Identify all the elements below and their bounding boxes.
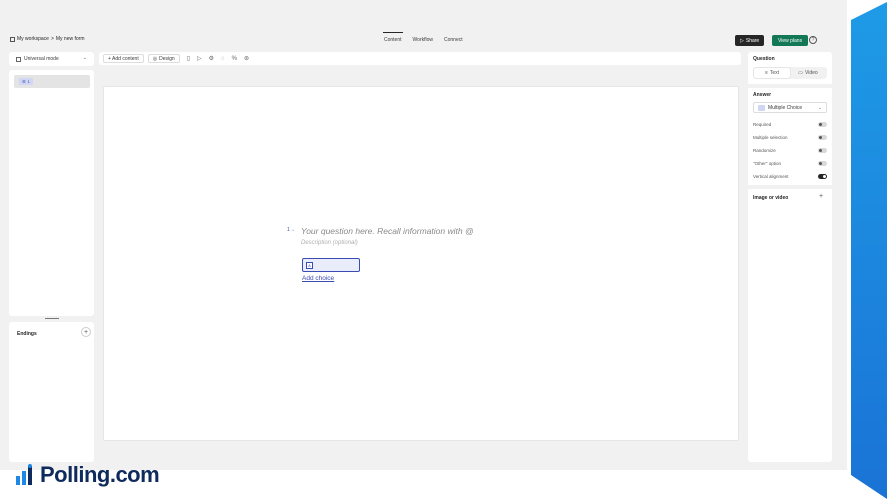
logo-text: Polling.com — [40, 462, 160, 487]
divider — [748, 185, 832, 189]
add-choice-link[interactable]: Add choice — [302, 275, 334, 282]
option-label: "Other" option — [753, 161, 781, 166]
seg-text[interactable]: ≡ Text — [754, 68, 790, 78]
arrow-icon: → — [289, 227, 295, 233]
question-list-item[interactable]: ☰ 1 — [14, 75, 90, 88]
question-badge: ☰ 1 — [19, 78, 33, 85]
settings-icon[interactable]: ⊛ — [244, 55, 249, 62]
mobile-icon[interactable]: ▯ — [187, 55, 190, 62]
option-multiple-selection: Multiple selection — [753, 135, 827, 140]
divider — [748, 84, 832, 88]
tab-content[interactable]: Content — [380, 32, 406, 47]
add-ending-button[interactable]: + — [81, 327, 91, 337]
choice-a[interactable]: A — [302, 258, 360, 272]
tab-connect[interactable]: Connect — [440, 33, 467, 47]
question-type-toggle: ≡ Text ▭ Video — [753, 67, 827, 79]
share-icon: ▷ — [740, 37, 744, 44]
question-settings-title: Question — [753, 56, 775, 62]
question-list-panel: ☰ 1 — [9, 70, 94, 316]
list-icon: ☰ — [22, 79, 26, 84]
question-description-input[interactable]: Description (optional) — [301, 240, 358, 246]
layout-icon — [16, 56, 21, 62]
answer-type-select[interactable]: Multiple Choice ⌄ — [753, 102, 827, 113]
translate-icon[interactable]: % — [232, 56, 237, 62]
question-title-input[interactable]: Your question here. Recall information w… — [301, 226, 474, 236]
tab-workflow[interactable]: Workflow — [409, 33, 437, 47]
add-content-button[interactable]: + Add content — [103, 54, 144, 63]
choice-key: A — [306, 262, 313, 269]
top-bar: My workspace > My new form Content Workf… — [0, 32, 847, 49]
form-canvas: 1→ Your question here. Recall informatio… — [103, 86, 739, 441]
option-required: Required — [753, 122, 827, 127]
decorative-stripe — [851, 2, 887, 499]
view-plans-label: View plans — [778, 37, 803, 44]
mode-label-wrap: Universal mode — [16, 56, 59, 62]
seg-video-label: Video — [805, 70, 818, 76]
question-badge-number: 1 — [27, 79, 30, 84]
mode-selector[interactable]: Universal mode ⌄ — [9, 52, 94, 66]
vertical-alignment-toggle[interactable] — [818, 174, 827, 179]
view-plans-button[interactable]: View plans — [772, 35, 809, 46]
design-button[interactable]: ◎ Design — [147, 54, 180, 63]
polling-logo: Polling.com — [15, 462, 160, 488]
palette-icon: ◎ — [152, 55, 158, 62]
seg-text-label: Text — [769, 70, 780, 76]
add-media-button[interactable]: + — [819, 193, 823, 200]
option-label: Required — [753, 122, 772, 127]
answer-type-value: Multiple Choice — [768, 104, 803, 111]
text-icon: ≡ — [764, 70, 768, 76]
multiple-selection-toggle[interactable] — [818, 135, 827, 140]
breadcrumb-form[interactable]: My new form — [56, 36, 85, 42]
image-or-video-label: Image or video — [753, 195, 789, 201]
option-label: Vertical alignment — [753, 174, 789, 179]
option-other: "Other" option — [753, 161, 827, 166]
mode-label: Universal mode — [24, 56, 59, 62]
chat-icon[interactable]: ◌ — [221, 56, 225, 62]
endings-panel: Endings + — [9, 322, 94, 462]
option-vertical-alignment: Vertical alignment — [753, 174, 827, 179]
seg-video[interactable]: ▭ Video — [790, 68, 826, 78]
randomize-toggle[interactable] — [818, 148, 827, 153]
endings-label: Endings — [17, 331, 37, 337]
question-circle-icon[interactable]: ? — [809, 36, 817, 44]
answer-title: Answer — [753, 92, 772, 98]
app-window: My workspace > My new form Content Workf… — [0, 0, 847, 470]
option-label: Randomize — [753, 148, 776, 153]
logo-bars-icon — [16, 464, 32, 485]
play-icon[interactable]: ▷ — [197, 55, 202, 62]
chevron-down-icon: ⌄ — [817, 105, 822, 111]
header-tabs: Content Workflow Connect — [380, 32, 467, 47]
breadcrumb-workspace[interactable]: My workspace — [17, 36, 49, 42]
option-label: Multiple selection — [753, 135, 788, 140]
grid-icon — [10, 36, 15, 42]
share-button[interactable]: ▷ Share — [735, 35, 765, 46]
question-number: 1→ — [287, 227, 295, 233]
panel-resize-handle[interactable] — [45, 318, 59, 319]
gear-icon[interactable]: ⚙ — [209, 55, 214, 62]
video-icon: ▭ — [798, 70, 804, 76]
editor-toolbar: + Add content ◎ Design ▯ ▷ ⚙ ◌ % ⊛ — [99, 52, 741, 65]
other-option-toggle[interactable] — [818, 161, 827, 166]
required-toggle[interactable] — [818, 122, 827, 127]
settings-panel: Question ≡ Text ▭ Video Answer Multiple … — [748, 52, 832, 462]
option-randomize: Randomize — [753, 148, 827, 153]
breadcrumb: My workspace > My new form — [10, 36, 85, 42]
share-label: Share — [745, 37, 760, 44]
design-label: Design — [159, 55, 175, 62]
breadcrumb-separator: > — [50, 36, 54, 42]
chevron-down-icon: ⌄ — [82, 55, 87, 61]
multiple-choice-icon — [758, 104, 765, 111]
